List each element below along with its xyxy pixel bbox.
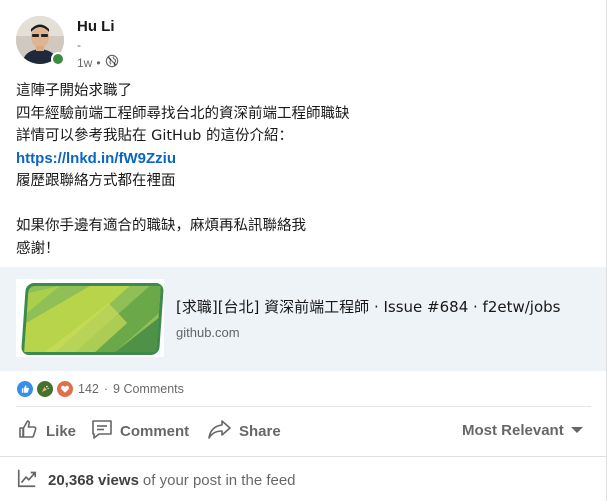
thumbs-up-icon [16,417,46,445]
comment-button[interactable]: Comment [90,416,189,446]
feed-post-card: Hu Li - 1w • 這陣子開始求職了 四年經驗前端工程師尋找台北的資深前端… [0,0,607,501]
link-preview-title[interactable]: [求職][台北] 資深前端工程師 · Issue #684 · f2etw/jo… [176,296,560,317]
post-text-line: 四年經驗前端工程師尋找台北的資深前端工程師職缺 [16,105,350,122]
post-text-line: 履歷跟聯絡方式都在裡面 [16,173,176,189]
celebrate-icon [36,380,54,398]
post-text-line [16,193,591,216]
love-icon [56,380,74,398]
analytics-trend-icon [16,467,48,493]
divider [0,456,606,457]
counts-separator: · [103,382,109,396]
author-name[interactable]: Hu Li [77,18,115,35]
post-analytics-link[interactable]: 20,368 views of your post in the feed [16,468,296,492]
post-text-line: 詳情可以參考我貼在 GitHub 的這份介紹： [16,128,293,144]
like-icon [16,380,34,398]
caret-down-icon [564,422,584,439]
reaction-icons[interactable] [16,380,78,398]
comment-icon [90,417,120,445]
post-link[interactable]: https://lnkd.in/fW9Zziu [16,150,176,167]
post-text-line: 感謝！ [16,240,60,257]
sort-dropdown[interactable]: Most Relevant [462,422,584,439]
sort-label: Most Relevant [462,422,564,439]
github-banner-thumbnail[interactable] [16,279,164,357]
share-icon [207,417,239,445]
post-text-line: 如果你手邊有適合的職缺，麻煩再私訊聯絡我 [16,218,306,234]
online-status-indicator [51,52,65,66]
meta-separator: • [96,55,101,70]
share-button[interactable]: Share [207,416,281,446]
comments-count[interactable]: 9 Comments [113,382,184,396]
divider [16,406,591,407]
link-preview[interactable]: [求職][台北] 資深前端工程師 · Issue #684 · f2etw/jo… [0,267,606,371]
share-label: Share [239,422,281,440]
globe-icon [105,54,119,71]
author-headline: - [77,38,81,52]
post-time[interactable]: 1w [77,56,92,70]
post-meta: 1w • [77,54,119,71]
social-counts: 142 · 9 Comments [16,380,184,398]
views-count: 20,368 views [48,471,139,489]
like-button[interactable]: Like [16,416,76,446]
views-suffix: of your post in the feed [142,471,296,489]
comment-label: Comment [120,422,190,440]
post-body: 這陣子開始求職了 四年經驗前端工程師尋找台北的資深前端工程師職缺 詳情可以參考我… [16,80,591,260]
reactions-count[interactable]: 142 [78,382,99,396]
like-label: Like [46,422,77,440]
post-text-line: 這陣子開始求職了 [16,83,132,99]
link-preview-domain: github.com [176,325,240,340]
